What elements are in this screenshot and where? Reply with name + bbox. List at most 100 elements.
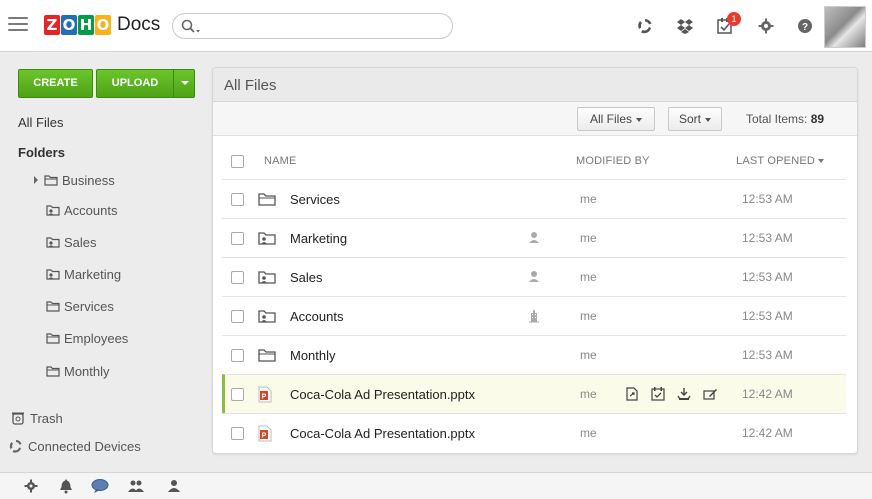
avatar[interactable] xyxy=(824,6,866,48)
folder-icon xyxy=(46,301,60,312)
download-icon[interactable] xyxy=(676,386,692,405)
sidebar-item-trash[interactable]: Trash xyxy=(10,409,63,427)
last-opened: 12:53 AM xyxy=(742,348,793,362)
svg-text:P: P xyxy=(262,394,267,401)
modified-by: me xyxy=(580,387,597,401)
help-icon[interactable]: ? xyxy=(796,17,814,35)
table-row[interactable]: Marketing me 12:53 AM xyxy=(222,218,846,257)
last-opened: 12:53 AM xyxy=(742,270,793,284)
column-header-name[interactable]: NAME xyxy=(264,155,297,167)
settings-icon[interactable] xyxy=(22,478,40,497)
modified-by: me xyxy=(580,270,597,284)
chevron-down-icon[interactable] xyxy=(181,81,189,85)
row-actions xyxy=(624,386,728,405)
file-name[interactable]: Accounts xyxy=(290,309,343,324)
table-row-selected[interactable]: P Coca-Cola Ad Presentation.pptx me 12:4… xyxy=(222,374,846,414)
user-icon xyxy=(528,270,540,286)
search-icon[interactable] xyxy=(181,19,203,38)
table-row[interactable]: Sales me 12:53 AM xyxy=(222,257,846,296)
sidebar-item-label: Accounts xyxy=(64,202,118,218)
folders-heading[interactable]: Folders xyxy=(18,145,65,160)
modified-by: me xyxy=(580,426,597,440)
search-input[interactable] xyxy=(172,13,453,39)
chevron-right-icon[interactable] xyxy=(32,175,40,185)
gear-icon[interactable] xyxy=(757,17,775,35)
app-name: Docs xyxy=(117,14,161,35)
sidebar-item-connected-devices[interactable]: Connected Devices xyxy=(8,437,141,455)
last-opened: 12:53 AM xyxy=(742,231,793,245)
sidebar-item-sales[interactable]: Sales xyxy=(46,233,97,251)
sidebar-item-services[interactable]: Services xyxy=(46,297,114,315)
logo-letter: O xyxy=(61,15,77,35)
file-name[interactable]: Monthly xyxy=(290,348,336,363)
filter-dropdown[interactable]: All Files xyxy=(577,107,656,131)
shared-folder-icon xyxy=(46,237,60,248)
shared-folder-icon xyxy=(46,269,60,280)
file-name[interactable]: Coca-Cola Ad Presentation.pptx xyxy=(290,426,475,441)
chat-icon[interactable] xyxy=(90,478,110,497)
bottom-bar xyxy=(0,472,872,499)
sidebar-item-accounts[interactable]: Accounts xyxy=(46,201,117,219)
column-header-modified-by[interactable]: MODIFIED BY xyxy=(576,155,650,167)
sort-label: Sort xyxy=(679,112,702,126)
share-icon[interactable] xyxy=(624,386,640,405)
sidebar-item-marketing[interactable]: Marketing xyxy=(46,265,121,283)
row-checkbox[interactable] xyxy=(231,310,244,323)
file-name[interactable]: Services xyxy=(290,192,340,207)
sidebar-item-monthly[interactable]: Monthly xyxy=(46,362,110,380)
table-row[interactable]: Monthly me 12:53 AM xyxy=(222,335,846,374)
row-checkbox[interactable] xyxy=(231,271,244,284)
column-header-last-opened[interactable]: LAST OPENED xyxy=(736,155,825,167)
zoho-docs-logo[interactable]: Z O H O Docs xyxy=(44,14,160,36)
logo-letter: O xyxy=(95,15,111,35)
folder-icon xyxy=(46,366,60,377)
sidebar-item-all-files[interactable]: All Files xyxy=(18,115,64,130)
sidebar-item-label: Monthly xyxy=(64,363,110,379)
row-checkbox[interactable] xyxy=(231,193,244,206)
bell-icon[interactable] xyxy=(58,478,74,497)
row-checkbox[interactable] xyxy=(231,232,244,245)
calendar-check-icon[interactable] xyxy=(650,386,666,405)
upload-button[interactable]: UPLOAD xyxy=(96,69,195,98)
sort-dropdown[interactable]: Sort xyxy=(668,107,723,131)
total-count: 89 xyxy=(810,112,825,126)
modified-by: me xyxy=(580,192,597,206)
file-name[interactable]: Marketing xyxy=(290,231,347,246)
create-button[interactable]: CREATE xyxy=(18,69,93,98)
sidebar-item-label: Business xyxy=(62,172,115,188)
dropbox-icon[interactable] xyxy=(676,17,694,35)
total-items: Total Items: 89 xyxy=(746,112,824,126)
sidebar-item-label: Sales xyxy=(64,234,97,250)
divider xyxy=(173,70,174,97)
select-all-checkbox[interactable] xyxy=(231,155,244,168)
panel-header: All Files xyxy=(213,68,857,102)
sync-icon[interactable] xyxy=(636,17,654,35)
sync-icon xyxy=(9,440,22,453)
sidebar-item-label: Connected Devices xyxy=(28,438,141,454)
last-opened: 12:53 AM xyxy=(742,309,793,323)
file-name[interactable]: Coca-Cola Ad Presentation.pptx xyxy=(290,387,475,402)
shared-folder-icon xyxy=(258,231,276,248)
row-checkbox[interactable] xyxy=(231,427,244,440)
menu-icon[interactable] xyxy=(8,17,28,33)
shared-folder-icon xyxy=(46,205,60,216)
table-row[interactable]: Accounts me 12:53 AM xyxy=(222,296,846,335)
group-icon[interactable] xyxy=(127,478,145,497)
edit-icon[interactable] xyxy=(702,386,718,405)
column-header-label: LAST OPENED xyxy=(736,155,816,167)
notification-badge[interactable]: 1 xyxy=(727,12,741,26)
file-name[interactable]: Sales xyxy=(290,270,323,285)
row-checkbox[interactable] xyxy=(231,388,244,401)
trash-icon xyxy=(12,412,24,425)
table-row[interactable]: P Coca-Cola Ad Presentation.pptx me 12:4… xyxy=(222,413,846,452)
total-label: Total Items: xyxy=(746,112,808,126)
user-icon[interactable] xyxy=(167,478,181,497)
sidebar-item-label: Marketing xyxy=(64,266,122,282)
row-checkbox[interactable] xyxy=(231,349,244,362)
folder-icon xyxy=(258,192,276,209)
sort-arrow-icon xyxy=(818,159,825,164)
table-row[interactable]: Services me 12:53 AM xyxy=(222,179,846,218)
sidebar-item-employees[interactable]: Employees xyxy=(46,329,128,347)
sidebar-item-business[interactable]: Business xyxy=(32,171,115,189)
last-opened: 12:42 AM xyxy=(742,387,793,401)
